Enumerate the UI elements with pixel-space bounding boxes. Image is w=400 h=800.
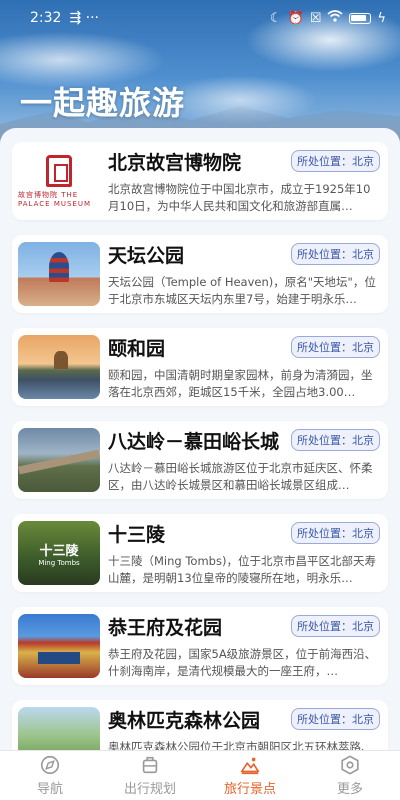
spot-card[interactable]: 颐和园 所处位置：北京 颐和园，中国清朝时期皇家园林，前身为清漪园，坐落在北京西…: [12, 328, 388, 406]
battery-icon: [349, 12, 372, 24]
spot-name: 恭王府及花园: [108, 616, 223, 639]
spot-list-panel[interactable]: 故宫博物院 THE PALACE MUSEUM 北京故宫博物院 所处位置：北京 …: [0, 128, 400, 750]
spot-card[interactable]: 十三陵 Ming Tombs 十三陵 所处位置：北京 十三陵（Ming Tomb…: [12, 514, 388, 592]
thumbnail-subtitle: Ming Tombs: [38, 558, 80, 567]
spot-name: 八达岭－慕田峪长城: [108, 430, 280, 453]
status-notification-icons: ⇶ ···: [69, 10, 99, 26]
page-title: 一起趣旅游: [20, 84, 186, 122]
settings-hexagon-icon: [341, 755, 359, 775]
nav-tab-more[interactable]: 更多: [300, 751, 400, 800]
spot-thumbnail: [18, 335, 100, 399]
status-time: 2:32: [30, 10, 62, 26]
location-badge: 所处位置：北京: [291, 336, 380, 358]
spot-thumbnail: [18, 707, 100, 750]
spot-card[interactable]: 天坛公园 所处位置：北京 天坛公园（Temple of Heaven)，原名"天…: [12, 235, 388, 313]
spot-name: 十三陵: [108, 523, 166, 546]
spot-description: 八达岭－慕田峪长城旅游区位于北京市延庆区、怀柔区，由八达岭长城景区和慕田峪长城景…: [108, 460, 373, 492]
spot-card[interactable]: 八达岭－慕田峪长城 所处位置：北京 八达岭－慕田峪长城旅游区位于北京市延庆区、怀…: [12, 421, 388, 499]
palace-museum-logo-caption: 故宫博物院 THE PALACE MUSEUM: [18, 190, 92, 208]
spot-name: 颐和园: [108, 337, 166, 360]
spot-list: 故宫博物院 THE PALACE MUSEUM 北京故宫博物院 所处位置：北京 …: [0, 128, 400, 750]
spot-name: 北京故宫博物院: [108, 151, 242, 174]
location-badge: 所处位置：北京: [291, 708, 380, 730]
nav-label: 旅行景点: [223, 782, 276, 797]
location-badge: 所处位置：北京: [291, 429, 380, 451]
spot-thumbnail: [18, 242, 100, 306]
nav-tab-trip-planning[interactable]: 出行规划: [100, 751, 200, 800]
landscape-icon: [240, 757, 260, 775]
nav-label: 更多: [336, 782, 363, 797]
nav-label: 出行规划: [123, 782, 176, 797]
spot-name: 天坛公园: [108, 244, 185, 267]
location-badge: 所处位置：北京: [291, 150, 380, 172]
nav-label: 导航: [36, 782, 63, 797]
moon-icon: ☾: [269, 10, 282, 26]
thumbnail-title: 十三陵: [39, 543, 79, 559]
navigation-icon: [40, 755, 60, 775]
status-bar: 2:32 ⇶ ··· ☾ ⏰ ☒ ϟ: [0, 0, 400, 36]
location-badge: 所处位置：北京: [291, 615, 380, 637]
spot-thumbnail: [18, 428, 100, 492]
spot-card[interactable]: 奥林匹克森林公园 所处位置：北京 奥林匹克森林公园位于北京市朝阳区北五环林萃路、…: [12, 700, 388, 750]
spot-thumbnail: [18, 614, 100, 678]
spot-description: 十三陵（Ming Tombs)，位于北京市昌平区北部天寿山麓，是明朝13位皇帝的…: [108, 553, 376, 585]
bottom-nav: 导航 出行规划 旅行景点 更多: [0, 750, 400, 800]
wifi-icon: [327, 10, 343, 26]
spot-description: 北京故宫博物院位于中国北京市，成立于1925年10月10日，为中华人民共和国文化…: [108, 181, 371, 213]
spot-card[interactable]: 恭王府及花园 所处位置：北京 恭王府及花园，国家5A级旅游景区，位于前海西沿、什…: [12, 607, 388, 685]
sim-off-icon: ☒: [309, 10, 322, 26]
spot-description: 恭王府及花园，国家5A级旅游景区，位于前海西沿、什刹海南岸，是清代规模最大的一座…: [108, 646, 377, 678]
spot-description: 天坛公园（Temple of Heaven)，原名"天地坛"，位于北京市东城区天…: [108, 274, 376, 306]
alarm-off-icon: ⏰: [287, 10, 304, 26]
location-badge: 所处位置：北京: [291, 522, 380, 544]
spot-name: 奥林匹克森林公园: [108, 709, 261, 732]
spot-thumbnail: 十三陵 Ming Tombs: [18, 521, 100, 585]
location-badge: 所处位置：北京: [291, 243, 380, 265]
luggage-icon: [142, 756, 158, 774]
nav-tab-navigation[interactable]: 导航: [0, 751, 100, 800]
spot-thumbnail: 故宫博物院 THE PALACE MUSEUM: [18, 149, 100, 213]
spot-description: 颐和园，中国清朝时期皇家园林，前身为清漪园，坐落在北京西郊，距城区15千米，全园…: [108, 367, 373, 399]
charging-icon: ϟ: [377, 10, 386, 26]
nav-tab-attractions[interactable]: 旅行景点: [200, 751, 300, 800]
palace-museum-logo: [46, 154, 72, 187]
spot-description: 奥林匹克森林公园位于北京市朝阳区北五环林萃路、东至安立路、西至林萃路、北至清河、…: [108, 739, 373, 751]
spot-card[interactable]: 故宫博物院 THE PALACE MUSEUM 北京故宫博物院 所处位置：北京 …: [12, 142, 388, 220]
